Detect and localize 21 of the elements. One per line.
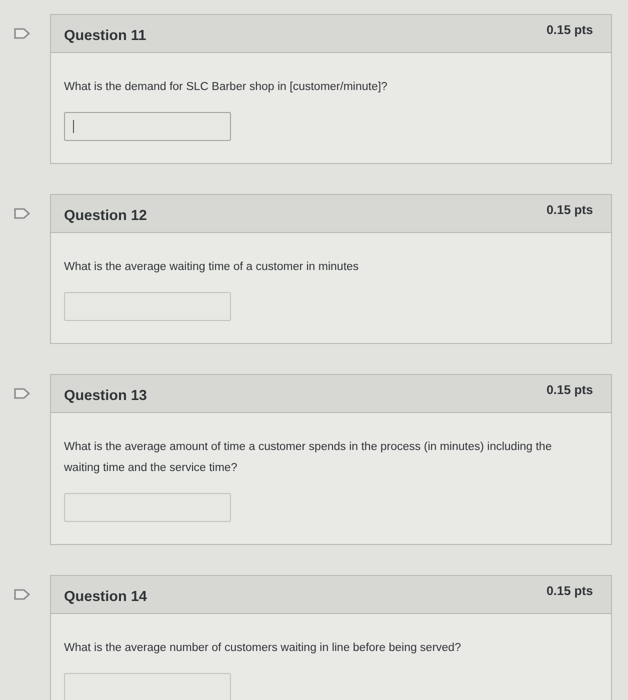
question-text: What is the average waiting time of a customer in minutes <box>64 260 360 275</box>
text-cursor-icon <box>73 120 74 133</box>
question-title: Question 13 <box>64 388 147 404</box>
points-label: 0.15 pts <box>546 584 593 598</box>
points-label: 0.15 pts <box>546 383 593 397</box>
question-text: What is the average amount of time a customer spends in the process (in minutes) including the waiting time and the service time? <box>64 440 553 476</box>
question-text: What is the average number of customers waiting in line before being served? <box>64 641 462 656</box>
answer-field[interactable] <box>64 292 231 321</box>
points-label: 0.15 pts <box>546 23 593 37</box>
question-title: Question 12 <box>64 208 147 224</box>
flag-icon[interactable] <box>14 208 30 219</box>
flag-icon[interactable] <box>14 388 30 399</box>
flag-icon[interactable] <box>14 28 30 39</box>
answer-field[interactable] <box>64 673 231 700</box>
question-title: Question 11 <box>64 28 146 44</box>
answer-field[interactable] <box>64 112 231 141</box>
points-label: 0.15 pts <box>546 203 593 217</box>
flag-icon[interactable] <box>14 589 30 600</box>
answer-field[interactable] <box>64 493 231 522</box>
question-text: What is the demand for SLC Barber shop in [customer/minute]? <box>64 80 388 95</box>
question-title: Question 14 <box>64 589 147 605</box>
